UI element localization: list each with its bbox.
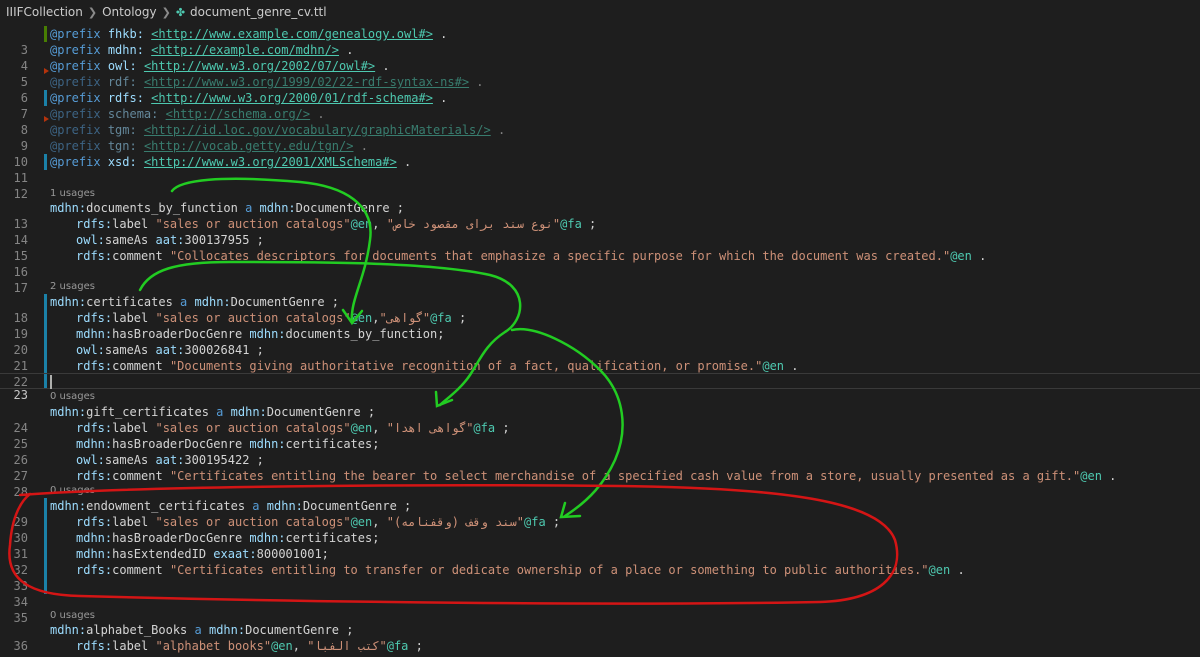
- line-content: @prefix rdf: <http://www.w3.org/1999/02/…: [50, 75, 484, 89]
- line-content: [50, 374, 52, 389]
- line-content: rdfs:comment "Collocates descriptors for…: [76, 249, 987, 263]
- usages-codelens[interactable]: 0 usages: [50, 484, 95, 498]
- line-content: mdhn:hasBroaderDocGenre mdhn:certificate…: [76, 531, 380, 545]
- gutter-modified-marker: [44, 326, 47, 342]
- code-line[interactable]: 28 rdfs:comment "Certificates entitling …: [0, 468, 1200, 499]
- line-content: @prefix tgm: <http://id.loc.gov/vocabula…: [50, 123, 506, 137]
- code-line[interactable]: 13 mdhn:documents_by_function a mdhn:Doc…: [0, 200, 1200, 231]
- line-content: rdfs:comment "Documents giving authorita…: [76, 359, 799, 373]
- code-line[interactable]: 26 mdhn:hasBroaderDocGenre mdhn:certific…: [0, 436, 1200, 467]
- line-content: rdfs:label "sales or auction catalogs"@e…: [76, 515, 561, 529]
- line-content: owl:sameAs aat:300137955 ;: [76, 233, 264, 247]
- code-line[interactable]: 25 rdfs:label "sales or auction catalogs…: [0, 420, 1200, 451]
- gutter-modified-marker: [44, 294, 47, 310]
- line-content: @prefix rdfs: <http://www.w3.org/2000/01…: [50, 91, 448, 105]
- code-line[interactable]: 31 mdhn:hasBroaderDocGenre mdhn:certific…: [0, 530, 1200, 561]
- line-content: rdfs:comment "Certificates entitling the…: [76, 469, 1117, 483]
- code-line[interactable]: 24 mdhn:gift_certificates a mdhn:Documen…: [0, 404, 1200, 435]
- line-content: @prefix mdhn: <http://example.com/mdhn/>…: [50, 43, 354, 57]
- line-content: @prefix xsd: <http://www.w3.org/2001/XML…: [50, 155, 412, 169]
- line-content: @prefix fhkb: <http://www.example.com/ge…: [50, 27, 448, 41]
- code-line[interactable]: 32 mdhn:hasExtendedID exaat:800001001;: [0, 546, 1200, 577]
- breadcrumb-item-ontology[interactable]: Ontology: [102, 5, 157, 19]
- code-line[interactable]: 7 @prefix rdfs: <http://www.w3.org/2000/…: [0, 90, 1200, 121]
- line-content: mdhn:gift_certificates a mdhn:DocumentGe…: [50, 405, 376, 419]
- gutter-modified-marker: [44, 90, 47, 106]
- code-line[interactable]: 27 owl:sameAs aat:300195422 ;: [0, 452, 1200, 483]
- code-line[interactable]: 10 @prefix tgn: <http://vocab.getty.edu/…: [0, 138, 1200, 169]
- turtle-file-icon: ✤: [175, 5, 186, 19]
- breadcrumb: IIIFCollection ❯ Ontology ❯ ✤ document_g…: [0, 0, 1200, 24]
- code-line[interactable]: 30 rdfs:label "sales or auction catalogs…: [0, 514, 1200, 545]
- code-line[interactable]: 8 @prefix schema: <http://schema.org/> .: [0, 106, 1200, 137]
- code-line[interactable]: 17: [0, 264, 1200, 295]
- chevron-right-icon: ❯: [87, 5, 98, 19]
- code-line[interactable]: 3 @prefix fhkb: <http://www.example.com/…: [0, 26, 1200, 57]
- code-line[interactable]: 15 owl:sameAs aat:300137955 ;: [0, 232, 1200, 263]
- line-content: rdfs:label "sales or auction catalogs"@e…: [76, 217, 597, 231]
- code-line[interactable]: 14 rdfs:label "sales or auction catalogs…: [0, 216, 1200, 247]
- line-content: mdhn:hasExtendedID exaat:800001001;: [76, 547, 329, 561]
- line-content: @prefix schema: <http://schema.org/> .: [50, 107, 325, 121]
- line-content: mdhn:documents_by_function a mdhn:Docume…: [50, 201, 405, 215]
- code-line[interactable]: 18 mdhn:certificates a mdhn:DocumentGenr…: [0, 294, 1200, 325]
- gutter-modified-marker: [44, 514, 47, 530]
- code-line[interactable]: 11 @prefix xsd: <http://www.w3.org/2001/…: [0, 154, 1200, 185]
- line-content: rdfs:label "sales or auction catalogs"@e…: [76, 311, 467, 325]
- gutter-modified-marker: [44, 546, 47, 562]
- line-content: rdfs:comment "Certificates entitling to …: [76, 563, 965, 577]
- code-line[interactable]: 33 rdfs:comment "Certificates entitling …: [0, 562, 1200, 593]
- code-line[interactable]: 34: [0, 578, 1200, 609]
- line-content: owl:sameAs aat:300026841 ;: [76, 343, 264, 357]
- code-line[interactable]: 16 rdfs:comment "Collocates descriptors …: [0, 248, 1200, 279]
- code-line[interactable]: 20 mdhn:hasBroaderDocGenre mdhn:document…: [0, 326, 1200, 357]
- gutter-modified-marker: [44, 562, 47, 578]
- code-line[interactable]: 19 rdfs:label "sales or auction catalogs…: [0, 310, 1200, 341]
- text-cursor: [50, 374, 52, 389]
- line-content: owl:sameAs aat:300195422 ;: [76, 453, 264, 467]
- gutter-modified-marker: [44, 498, 47, 514]
- line-content: mdhn:hasBroaderDocGenre mdhn:certificate…: [76, 437, 380, 451]
- usages-codelens[interactable]: 0 usages: [50, 609, 95, 623]
- usages-codelens[interactable]: 1 usages: [50, 187, 95, 201]
- usages-codelens[interactable]: 2 usages: [50, 280, 95, 294]
- line-content: rdfs:label "alphabet books"@en, "کتب الف…: [76, 639, 423, 653]
- line-content: rdfs:label "sales or auction catalogs"@e…: [76, 421, 510, 435]
- gutter-modified-marker: [44, 578, 47, 594]
- code-line[interactable]: 36 mdhn:alphabet_Books a mdhn:DocumentGe…: [0, 622, 1200, 653]
- code-line[interactable]: 22 rdfs:comment "Documents giving author…: [0, 358, 1200, 389]
- line-content: mdhn:hasBroaderDocGenre mdhn:documents_b…: [76, 327, 445, 341]
- gutter-modified-marker: [44, 310, 47, 326]
- code-editor[interactable]: 3 @prefix fhkb: <http://www.example.com/…: [0, 24, 1200, 657]
- code-line[interactable]: 35: [0, 594, 1200, 625]
- gutter-modified-marker: [44, 530, 47, 546]
- breadcrumb-item-file[interactable]: document_genre_cv.ttl: [190, 5, 327, 19]
- code-line[interactable]: 29 mdhn:endowment_certificates a mdhn:Do…: [0, 498, 1200, 529]
- gutter-modified-marker: [44, 358, 47, 374]
- usages-codelens[interactable]: 0 usages: [50, 390, 95, 404]
- code-line[interactable]: 9 @prefix tgm: <http://id.loc.gov/vocabu…: [0, 122, 1200, 153]
- gutter-modified-marker: [44, 154, 47, 170]
- line-content: @prefix tgn: <http://vocab.getty.edu/tgn…: [50, 139, 368, 153]
- code-line[interactable]: 12: [0, 170, 1200, 201]
- breadcrumb-item-iiifcollection[interactable]: IIIFCollection: [6, 5, 83, 19]
- gutter-modified-marker: [44, 374, 47, 388]
- line-content: mdhn:certificates a mdhn:DocumentGenre ;: [50, 295, 340, 309]
- code-line[interactable]: 6 @prefix rdf: <http://www.w3.org/1999/0…: [0, 74, 1200, 105]
- code-line[interactable]: 37 rdfs:label "alphabet books"@en, "کتب …: [0, 638, 1200, 657]
- line-content: @prefix owl: <http://www.w3.org/2002/07/…: [50, 59, 390, 73]
- code-line[interactable]: 4 @prefix mdhn: <http://example.com/mdhn…: [0, 42, 1200, 73]
- gutter-added-marker: [44, 26, 47, 42]
- code-line[interactable]: 5 @prefix owl: <http://www.w3.org/2002/0…: [0, 58, 1200, 89]
- line-content: mdhn:endowment_certificates a mdhn:Docum…: [50, 499, 412, 513]
- gutter-modified-marker: [44, 342, 47, 358]
- line-number: 23: [13, 388, 28, 402]
- code-line[interactable]: 21 owl:sameAs aat:300026841 ;: [0, 342, 1200, 373]
- code-line-current[interactable]: 23: [0, 373, 1200, 402]
- line-content: mdhn:alphabet_Books a mdhn:DocumentGenre…: [50, 623, 354, 637]
- chevron-right-icon: ❯: [161, 5, 171, 19]
